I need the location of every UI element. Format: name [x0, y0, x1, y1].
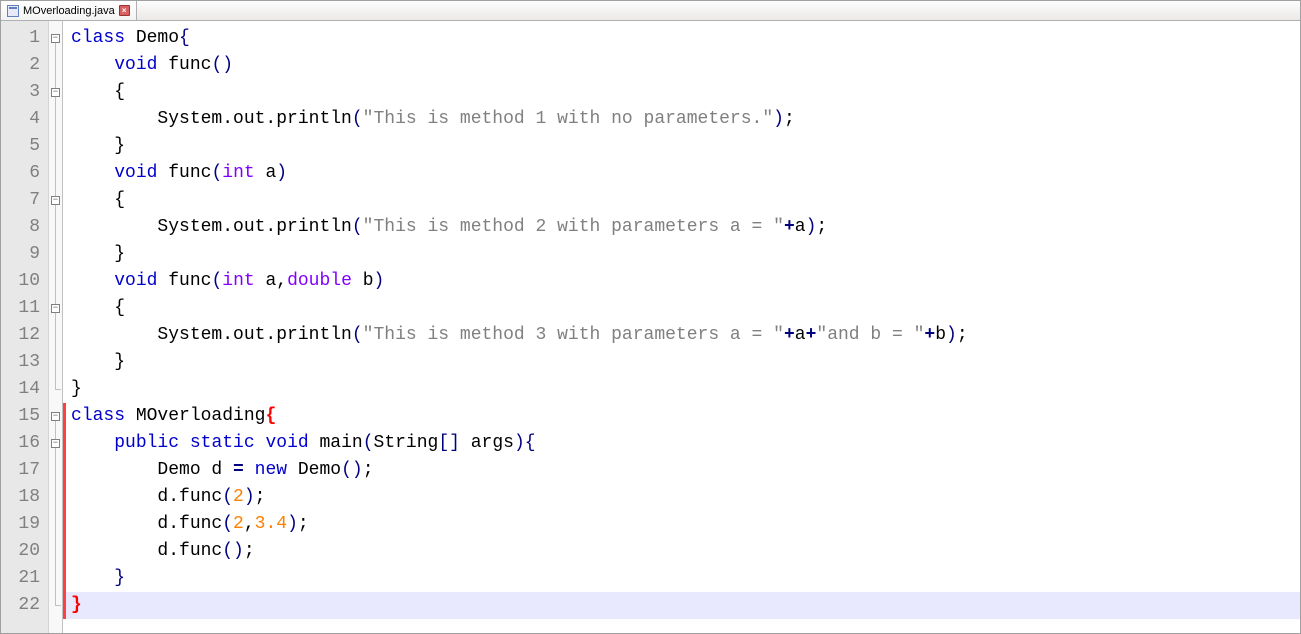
line-number: 14 [1, 376, 48, 403]
file-tab[interactable]: MOverloading.java × [1, 1, 137, 20]
fold-row [49, 160, 62, 187]
code-line[interactable]: System.out.println("This is method 3 wit… [65, 322, 1300, 349]
modified-marker [63, 403, 66, 619]
code-line[interactable]: class Demo{ [65, 25, 1300, 52]
fold-row [49, 565, 62, 592]
line-number: 20 [1, 538, 48, 565]
fold-toggle[interactable]: − [51, 34, 60, 43]
fold-row [49, 133, 62, 160]
line-number: 22 [1, 592, 48, 619]
code-line[interactable]: void func(int a,double b) [65, 268, 1300, 295]
fold-toggle[interactable]: − [51, 412, 60, 421]
line-number: 16 [1, 430, 48, 457]
line-number: 11 [1, 295, 48, 322]
fold-row [49, 349, 62, 376]
line-number: 7 [1, 187, 48, 214]
fold-row: − [49, 430, 62, 457]
line-number: 2 [1, 52, 48, 79]
line-number: 9 [1, 241, 48, 268]
fold-toggle[interactable]: − [51, 196, 60, 205]
code-line[interactable]: public static void main(String[] args){ [65, 430, 1300, 457]
line-number: 18 [1, 484, 48, 511]
fold-row [49, 214, 62, 241]
code-line[interactable]: { [65, 79, 1300, 106]
line-number: 4 [1, 106, 48, 133]
fold-row [49, 322, 62, 349]
code-line[interactable]: } [65, 241, 1300, 268]
line-number: 8 [1, 214, 48, 241]
fold-row [49, 241, 62, 268]
line-number: 1 [1, 25, 48, 52]
line-number: 3 [1, 79, 48, 106]
close-icon[interactable]: × [119, 5, 130, 16]
code-line[interactable]: { [65, 295, 1300, 322]
code-line[interactable]: d.func(2,3.4); [65, 511, 1300, 538]
tab-filename: MOverloading.java [23, 5, 115, 17]
tab-bar: MOverloading.java × [1, 1, 1300, 21]
code-line[interactable]: System.out.println("This is method 1 wit… [65, 106, 1300, 133]
code-line[interactable]: d.func(2); [65, 484, 1300, 511]
code-line[interactable]: System.out.println("This is method 2 wit… [65, 214, 1300, 241]
fold-row [49, 457, 62, 484]
fold-toggle[interactable]: − [51, 439, 60, 448]
line-number: 13 [1, 349, 48, 376]
line-number: 5 [1, 133, 48, 160]
fold-row: − [49, 187, 62, 214]
fold-row [49, 538, 62, 565]
code-line[interactable]: } [65, 133, 1300, 160]
code-line[interactable]: } [65, 376, 1300, 403]
fold-row [49, 106, 62, 133]
code-line[interactable]: Demo d = new Demo(); [65, 457, 1300, 484]
line-number: 12 [1, 322, 48, 349]
code-line[interactable]: } [65, 349, 1300, 376]
line-number: 10 [1, 268, 48, 295]
fold-column: − − − − − − [49, 21, 63, 633]
fold-row [49, 484, 62, 511]
line-gutter: 12345678910111213141516171819202122 [1, 21, 49, 633]
code-line[interactable]: class MOverloading{ [65, 403, 1300, 430]
fold-row [49, 592, 62, 619]
line-number: 15 [1, 403, 48, 430]
code-line[interactable]: } [65, 565, 1300, 592]
line-number: 21 [1, 565, 48, 592]
code-line[interactable]: void func() [65, 52, 1300, 79]
fold-row [49, 511, 62, 538]
fold-toggle[interactable]: − [51, 88, 60, 97]
fold-row [49, 52, 62, 79]
code-area[interactable]: class Demo{ void func() { System.out.pri… [63, 21, 1300, 633]
fold-toggle[interactable]: − [51, 304, 60, 313]
fold-row [49, 268, 62, 295]
file-icon [7, 5, 19, 17]
fold-row: − [49, 295, 62, 322]
fold-row: − [49, 403, 62, 430]
line-number: 6 [1, 160, 48, 187]
code-line[interactable]: { [65, 187, 1300, 214]
editor: 12345678910111213141516171819202122 −−−−… [1, 21, 1300, 633]
code-line[interactable]: } [65, 592, 1300, 619]
fold-row: − [49, 25, 62, 52]
code-line[interactable]: d.func(); [65, 538, 1300, 565]
fold-row: − [49, 79, 62, 106]
line-number: 19 [1, 511, 48, 538]
fold-row [49, 376, 62, 403]
line-number: 17 [1, 457, 48, 484]
code-line[interactable]: void func(int a) [65, 160, 1300, 187]
